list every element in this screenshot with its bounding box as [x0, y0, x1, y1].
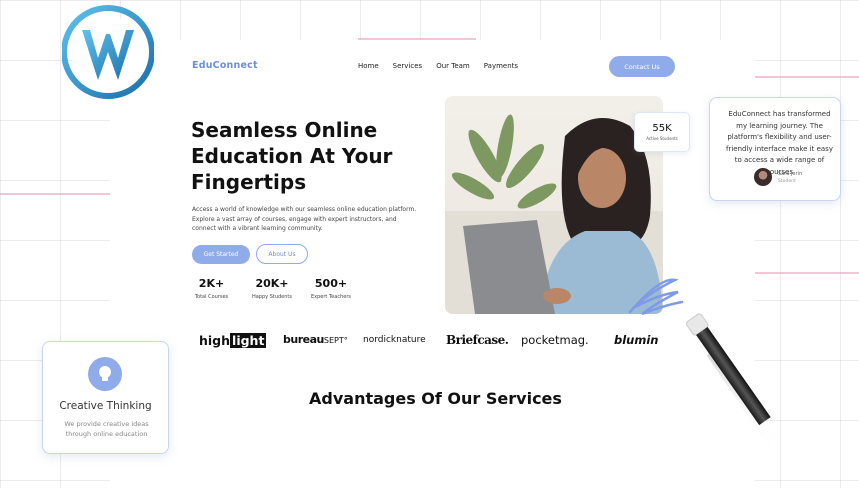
- stat-value: 2K+: [198, 277, 225, 290]
- stylus-pen-icon: [685, 313, 782, 451]
- testimonial-name: Sara Jerin: [778, 171, 803, 177]
- wordpress-logo-icon: [62, 5, 154, 99]
- testimonial-role: Student: [778, 179, 796, 184]
- advantages-title: Advantages Of Our Services: [309, 389, 562, 408]
- testimonial-quote: EduConnect has transformed my learning j…: [726, 110, 833, 176]
- get-started-button[interactable]: Get Started: [192, 245, 250, 264]
- stat-value: 500+: [314, 277, 348, 290]
- brand-highlight-logo: high light: [199, 333, 267, 348]
- avatar: [754, 168, 772, 186]
- main-nav: Home Services Our Team Payments: [358, 62, 518, 70]
- testimonial-card: EduConnect has transformed my learning j…: [709, 97, 841, 201]
- stat-label: Total Courses: [194, 294, 229, 300]
- accent-line: [0, 193, 110, 195]
- hero-description: Access a world of knowledge with our sea…: [192, 206, 417, 232]
- nav-item-home[interactable]: Home: [358, 62, 379, 70]
- contact-us-button[interactable]: Contact Us: [609, 56, 675, 77]
- brand-logo[interactable]: EduConnect: [192, 60, 258, 71]
- brand-nordic-logo: nordicknature: [363, 335, 426, 345]
- hero-title: Seamless Online Education At Your Finger…: [191, 118, 393, 194]
- stat-label: Happy Students: [251, 294, 292, 300]
- stat-value: 20K+: [255, 277, 289, 290]
- brand-text: bureau: [283, 333, 324, 346]
- brand-blumin-logo: blumin: [614, 333, 659, 347]
- lightbulb-icon: [88, 357, 122, 391]
- stat-label: Expert Teachers: [311, 294, 351, 300]
- brand-pocketmag-logo: pocketmag.: [521, 333, 589, 347]
- creative-thinking-card: Creative Thinking We provide creative id…: [42, 341, 169, 454]
- stat-expert-teachers: 500+ Expert Teachers: [309, 277, 353, 300]
- brand-text: SEPT°: [323, 336, 348, 345]
- stat-happy-students: 20K+ Happy Students: [250, 277, 294, 300]
- badge-label: Active Students: [646, 136, 678, 141]
- brand-bureau-logo: bureauSEPT°: [283, 333, 348, 346]
- brand-briefcase-logo: Briefcase.: [446, 333, 509, 347]
- nav-item-services[interactable]: Services: [393, 62, 423, 70]
- nav-item-our-team[interactable]: Our Team: [436, 62, 470, 70]
- card-title: Creative Thinking: [59, 400, 152, 412]
- card-description: We provide creative ideas through online…: [64, 420, 149, 438]
- badge-value: 55K: [652, 123, 672, 134]
- about-us-button[interactable]: About Us: [256, 244, 308, 264]
- brand-text: high: [199, 333, 231, 348]
- accent-line: [755, 76, 859, 78]
- nav-item-payments[interactable]: Payments: [484, 62, 518, 70]
- stat-total-courses: 2K+ Total Courses: [193, 277, 230, 300]
- accent-line: [755, 272, 859, 274]
- brand-text: light: [230, 333, 267, 348]
- active-students-badge: 55K Active Students: [634, 112, 690, 152]
